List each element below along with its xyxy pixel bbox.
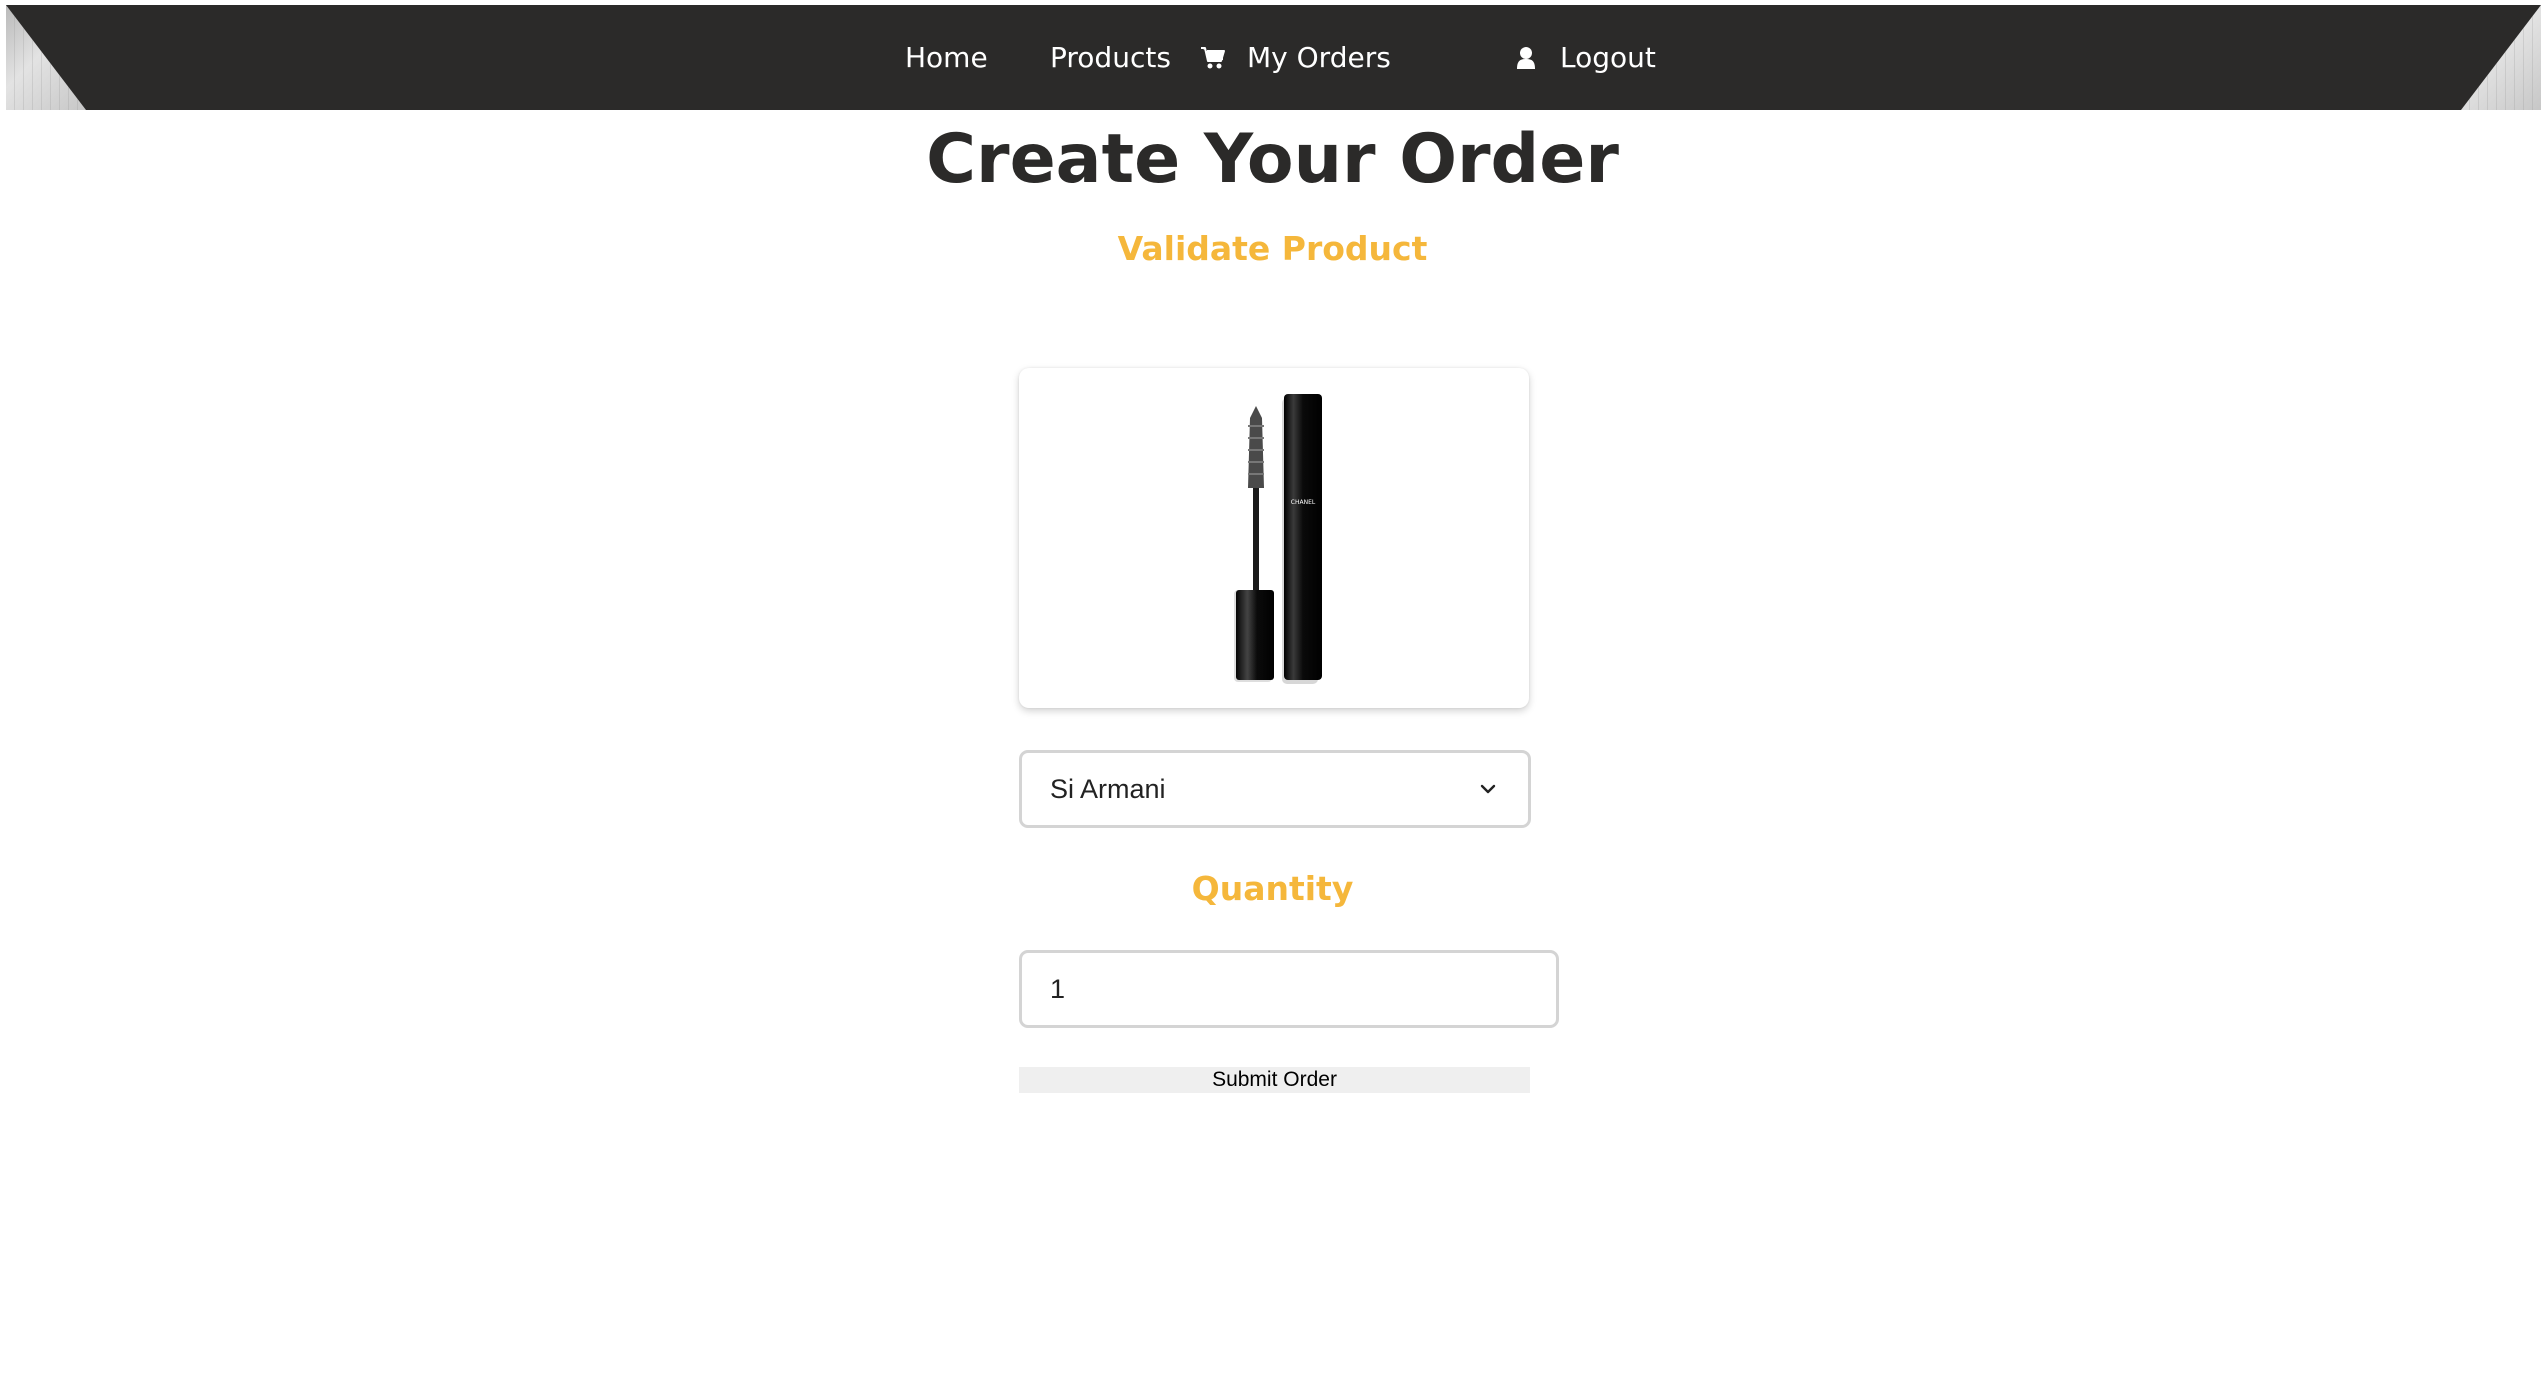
nav-my-orders-link[interactable]: My Orders <box>1199 5 1391 110</box>
navbar-left-corner-decoration <box>6 5 86 110</box>
product-select-value: Si Armani <box>1050 773 1166 804</box>
cart-icon <box>1199 44 1227 72</box>
nav-home-link[interactable]: Home <box>905 5 988 110</box>
nav-products-link[interactable]: Products <box>1050 5 1171 110</box>
mascara-product-image: CHANEL <box>1234 394 1322 684</box>
page: Home Products My Orders Logout Create Yo… <box>0 0 2545 1387</box>
product-brand-text: CHANEL <box>1291 499 1316 506</box>
quantity-input[interactable] <box>1019 950 1559 1028</box>
quantity-heading: Quantity <box>1191 869 1354 908</box>
nav-logout-link[interactable]: Logout <box>1512 5 1656 110</box>
validate-product-heading: Validate Product <box>1117 229 1428 268</box>
nav-products-label: Products <box>1050 41 1171 74</box>
product-select[interactable]: Si Armani <box>1019 750 1531 828</box>
user-icon <box>1512 44 1540 72</box>
page-title: Create Your Order <box>926 120 1619 199</box>
nav-my-orders-label: My Orders <box>1247 41 1391 74</box>
nav-home-label: Home <box>905 41 988 74</box>
nav-logout-label: Logout <box>1560 41 1656 74</box>
top-navbar: Home Products My Orders Logout <box>6 5 2541 110</box>
submit-order-button[interactable]: Submit Order <box>1019 1067 1530 1093</box>
chevron-down-icon <box>1476 777 1500 801</box>
navbar-right-corner-decoration <box>2461 5 2541 110</box>
product-image-card: CHANEL <box>1019 368 1529 708</box>
